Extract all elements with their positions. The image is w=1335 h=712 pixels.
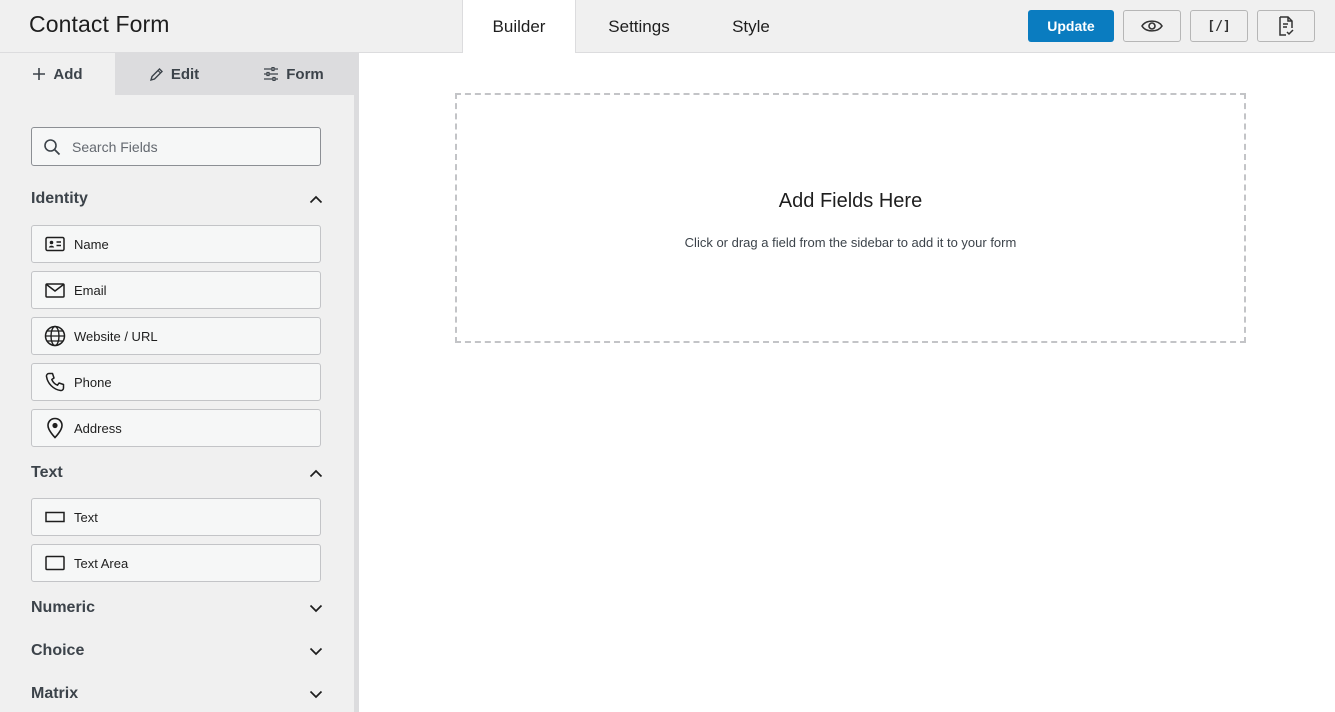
section-matrix[interactable]: Matrix bbox=[31, 682, 323, 706]
update-button[interactable]: Update bbox=[1028, 10, 1114, 42]
main-tabs: Builder Settings Style bbox=[462, 0, 800, 54]
search-fields[interactable] bbox=[31, 127, 321, 166]
chevron-up-icon bbox=[309, 195, 323, 203]
section-choice[interactable]: Choice bbox=[31, 639, 323, 663]
map-pin-icon bbox=[44, 417, 66, 439]
field-email-label: Email bbox=[74, 282, 107, 298]
form-builder-app: Contact Form Builder Settings Style Upda… bbox=[0, 0, 1335, 712]
sidebar-tab-add-label: Add bbox=[53, 65, 83, 83]
id-card-icon bbox=[44, 233, 66, 255]
search-input[interactable] bbox=[72, 138, 292, 155]
field-email[interactable]: Email bbox=[31, 271, 321, 309]
field-website-url-label: Website / URL bbox=[74, 328, 158, 344]
eye-icon bbox=[1141, 20, 1163, 32]
preview-button[interactable] bbox=[1123, 10, 1181, 42]
text-area-icon bbox=[44, 552, 66, 574]
section-matrix-label: Matrix bbox=[31, 685, 79, 702]
sidebar-tab-edit[interactable]: Edit bbox=[115, 53, 233, 95]
form-title: Contact Form bbox=[29, 11, 170, 37]
chevron-up-icon bbox=[309, 469, 323, 477]
tab-style[interactable]: Style bbox=[702, 0, 800, 53]
section-identity[interactable]: Identity bbox=[31, 187, 323, 211]
text-field-icon bbox=[44, 506, 66, 528]
plus-icon bbox=[33, 68, 46, 80]
field-address[interactable]: Address bbox=[31, 409, 321, 447]
fields-sidebar: Add Edit Form Search Fields Identity Nam… bbox=[0, 53, 354, 712]
pencil-icon bbox=[149, 67, 163, 81]
dropzone-title: Add Fields Here bbox=[778, 190, 923, 212]
fields-dropzone[interactable]: Add Fields Here Click or drag a field fr… bbox=[455, 93, 1246, 343]
globe-icon bbox=[44, 325, 66, 347]
field-text-area[interactable]: Text Area bbox=[31, 544, 321, 582]
sidebar-tab-form-label: Form bbox=[286, 65, 324, 83]
field-phone[interactable]: Phone bbox=[31, 363, 321, 401]
phone-icon bbox=[44, 371, 66, 393]
section-identity-label: Identity bbox=[31, 190, 88, 207]
tab-settings[interactable]: Settings bbox=[576, 0, 702, 53]
embed-code-icon: [/] bbox=[1207, 18, 1231, 34]
entries-button[interactable] bbox=[1257, 10, 1315, 42]
sliders-icon bbox=[264, 67, 279, 81]
field-text-label: Text bbox=[74, 509, 98, 525]
field-name[interactable]: Name bbox=[31, 225, 321, 263]
field-text-area-label: Text Area bbox=[74, 555, 129, 571]
sidebar-tabs: Add Edit Form bbox=[0, 53, 354, 95]
top-bar: Contact Form Builder Settings Style Upda… bbox=[0, 0, 1335, 54]
sidebar-tab-form[interactable]: Form bbox=[233, 53, 354, 95]
document-check-icon bbox=[1279, 16, 1294, 36]
envelope-icon bbox=[44, 279, 66, 301]
dropzone-subtitle: Click or drag a field from the sidebar t… bbox=[684, 235, 1017, 250]
field-website-url[interactable]: Website / URL bbox=[31, 317, 321, 355]
form-canvas: Add Fields Here Click or drag a field fr… bbox=[359, 53, 1335, 712]
section-choice-label: Choice bbox=[31, 642, 85, 659]
field-phone-label: Phone bbox=[74, 374, 112, 390]
field-text[interactable]: Text bbox=[31, 498, 321, 536]
sidebar-tab-edit-label: Edit bbox=[170, 65, 200, 83]
sidebar-tab-add[interactable]: Add bbox=[0, 53, 115, 95]
chevron-down-icon bbox=[309, 647, 323, 655]
header-actions: Update [/] bbox=[1028, 10, 1315, 42]
field-name-label: Name bbox=[74, 236, 109, 252]
section-numeric[interactable]: Numeric bbox=[31, 596, 323, 620]
chevron-down-icon bbox=[309, 690, 323, 698]
section-text[interactable]: Text bbox=[31, 461, 323, 485]
section-text-label: Text bbox=[31, 464, 63, 481]
section-numeric-label: Numeric bbox=[31, 599, 96, 616]
tab-builder[interactable]: Builder bbox=[462, 0, 576, 54]
chevron-down-icon bbox=[309, 604, 323, 612]
embed-button[interactable]: [/] bbox=[1190, 10, 1248, 42]
field-address-label: Address bbox=[74, 420, 122, 436]
search-icon bbox=[44, 138, 61, 155]
